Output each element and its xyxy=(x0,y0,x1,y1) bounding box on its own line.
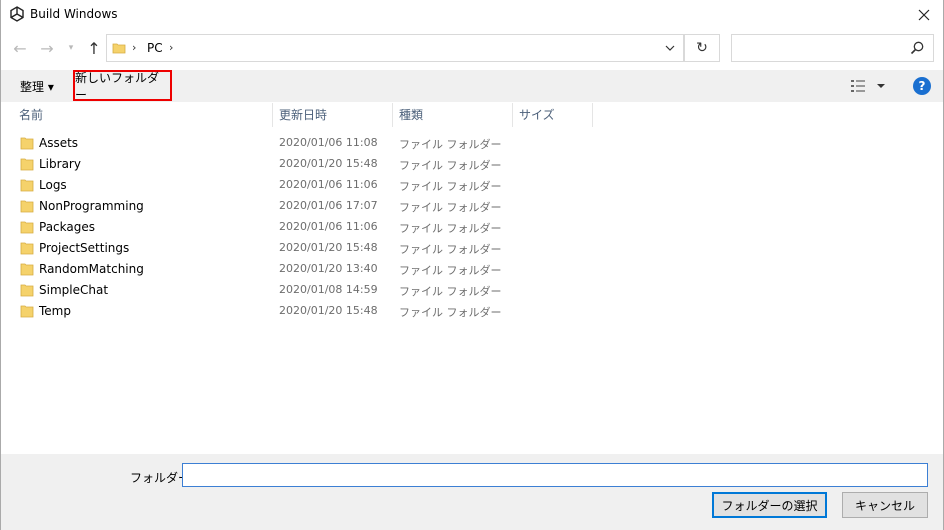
column-divider[interactable] xyxy=(272,103,273,127)
list-item[interactable]: Logs 2020/01/06 11:06 ファイル フォルダー xyxy=(0,175,944,196)
new-folder-button[interactable]: 新しいフォルダー xyxy=(73,70,172,102)
column-header-name[interactable]: 名前 xyxy=(19,104,43,126)
unity-logo-icon xyxy=(10,6,24,22)
file-name: NonProgramming xyxy=(39,199,144,213)
file-type: ファイル フォルダー xyxy=(399,306,502,319)
organize-menu-button[interactable]: 整理 ▾ xyxy=(12,72,62,100)
file-name: Temp xyxy=(39,304,71,318)
file-date: 2020/01/06 11:08 xyxy=(279,136,378,149)
file-type: ファイル フォルダー xyxy=(399,222,502,235)
file-date: 2020/01/06 11:06 xyxy=(279,220,378,233)
list-item[interactable]: NonProgramming 2020/01/06 17:07 ファイル フォル… xyxy=(0,196,944,217)
file-name: Assets xyxy=(39,136,79,150)
folder-icon xyxy=(20,284,34,297)
column-header-date[interactable]: 更新日時 xyxy=(279,104,327,126)
chevron-down-icon xyxy=(665,45,675,51)
list-item[interactable]: Library 2020/01/20 15:48 ファイル フォルダー xyxy=(0,154,944,175)
file-name: Library xyxy=(39,157,81,171)
address-bar[interactable] xyxy=(106,34,684,62)
recent-locations-button[interactable]: ▾ xyxy=(64,38,78,58)
file-date: 2020/01/20 15:48 xyxy=(279,304,378,317)
file-type: ファイル フォルダー xyxy=(399,180,502,193)
folder-icon xyxy=(20,242,34,255)
cancel-button[interactable]: キャンセル xyxy=(842,492,928,518)
help-button[interactable]: ? xyxy=(913,77,931,95)
file-type: ファイル フォルダー xyxy=(399,264,502,277)
breadcrumb-separator[interactable]: › xyxy=(132,41,136,54)
column-header-type[interactable]: 種類 xyxy=(399,104,423,126)
file-type: ファイル フォルダー xyxy=(399,138,502,151)
view-options-icon[interactable] xyxy=(850,78,890,94)
folder-icon xyxy=(20,137,34,150)
list-item[interactable]: Packages 2020/01/06 11:06 ファイル フォルダー xyxy=(0,217,944,238)
up-button[interactable]: ↑ xyxy=(84,38,104,58)
window-title: Build Windows xyxy=(30,7,118,21)
column-divider[interactable] xyxy=(512,103,513,127)
close-icon xyxy=(918,9,930,21)
folder-icon xyxy=(20,305,34,318)
file-type: ファイル フォルダー xyxy=(399,201,502,214)
column-divider[interactable] xyxy=(392,103,393,127)
breadcrumb-pc[interactable]: PC xyxy=(147,41,163,55)
list-item[interactable]: RandomMatching 2020/01/20 13:40 ファイル フォル… xyxy=(0,259,944,280)
file-type: ファイル フォルダー xyxy=(399,243,502,256)
folder-icon xyxy=(20,200,34,213)
column-header-size[interactable]: サイズ xyxy=(519,104,555,126)
file-type: ファイル フォルダー xyxy=(399,159,502,172)
list-item[interactable]: ProjectSettings 2020/01/20 15:48 ファイル フォ… xyxy=(0,238,944,259)
list-item[interactable]: Assets 2020/01/06 11:08 ファイル フォルダー xyxy=(0,133,944,154)
column-divider[interactable] xyxy=(592,103,593,127)
list-item[interactable]: SimpleChat 2020/01/08 14:59 ファイル フォルダー xyxy=(0,280,944,301)
search-icon[interactable] xyxy=(909,40,925,56)
file-type: ファイル フォルダー xyxy=(399,285,502,298)
address-dropdown-button[interactable] xyxy=(662,40,678,56)
forward-button[interactable]: → xyxy=(37,38,57,58)
file-date: 2020/01/20 15:48 xyxy=(279,241,378,254)
window-border xyxy=(0,0,1,530)
file-date: 2020/01/06 11:06 xyxy=(279,178,378,191)
close-button[interactable] xyxy=(904,0,944,30)
file-name: Packages xyxy=(39,220,95,234)
file-name: RandomMatching xyxy=(39,262,144,276)
file-name: Logs xyxy=(39,178,67,192)
refresh-button[interactable]: ↻ xyxy=(684,34,720,62)
breadcrumb-separator[interactable]: › xyxy=(169,41,173,54)
file-date: 2020/01/08 14:59 xyxy=(279,283,378,296)
folder-icon xyxy=(20,221,34,234)
file-date: 2020/01/06 17:07 xyxy=(279,199,378,212)
file-name: ProjectSettings xyxy=(39,241,130,255)
folder-icon xyxy=(20,179,34,192)
file-date: 2020/01/20 13:40 xyxy=(279,262,378,275)
back-button[interactable]: ← xyxy=(10,38,30,58)
file-name: SimpleChat xyxy=(39,283,109,297)
select-folder-button[interactable]: フォルダーの選択 xyxy=(712,492,827,518)
search-input[interactable] xyxy=(731,34,934,62)
folder-icon xyxy=(20,158,34,171)
folder-icon xyxy=(20,263,34,276)
file-date: 2020/01/20 15:48 xyxy=(279,157,378,170)
list-item[interactable]: Temp 2020/01/20 15:48 ファイル フォルダー xyxy=(0,301,944,322)
title-bar xyxy=(0,0,944,30)
folder-name-input[interactable] xyxy=(182,463,928,487)
folder-icon xyxy=(112,43,126,54)
